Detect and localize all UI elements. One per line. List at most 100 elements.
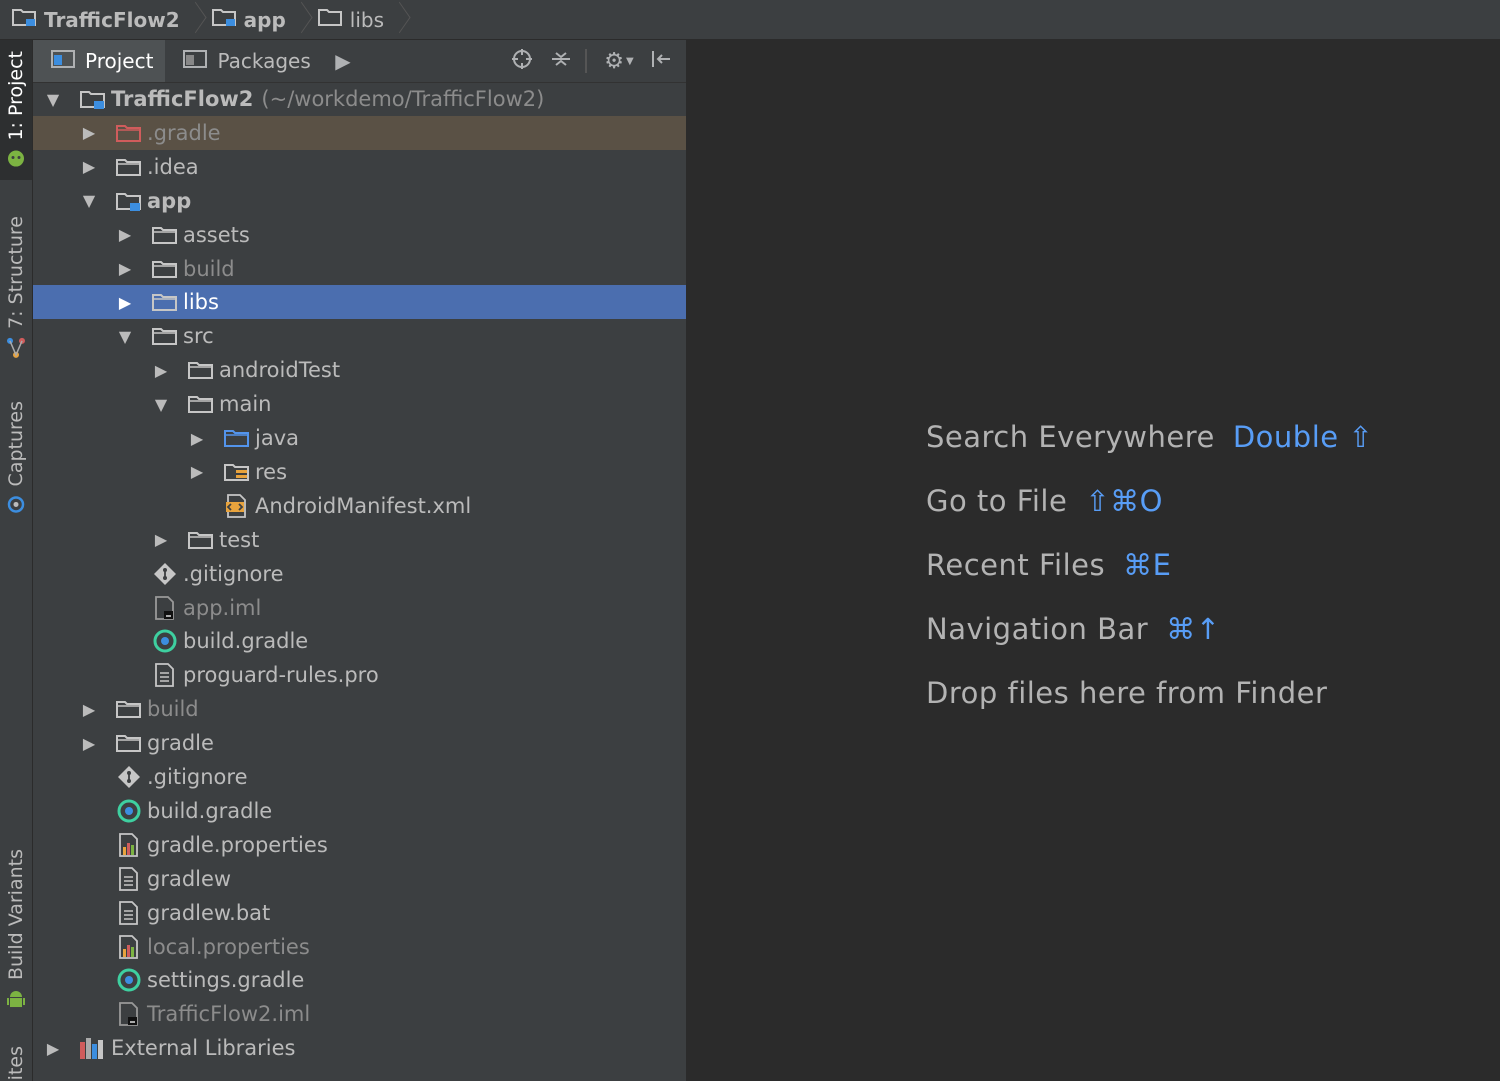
scroll-from-source-button[interactable]	[508, 47, 536, 75]
folder-icon	[151, 222, 179, 248]
tree-node[interactable]: ▶ External Libraries	[33, 1031, 686, 1065]
tree-node[interactable]: ▶ java	[33, 421, 686, 455]
collapsed-arrow-icon[interactable]: ▶	[79, 157, 99, 176]
tree-node[interactable]: ▶settings.gradle	[33, 963, 686, 997]
tool-tab-favorites[interactable]: ites	[0, 1045, 32, 1081]
tree-node-label: test	[219, 527, 260, 552]
more-views-button[interactable]: ▶	[329, 47, 357, 75]
collapsed-arrow-icon[interactable]: ▶	[115, 259, 135, 278]
shortcut-key: ⇧⌘O	[1085, 484, 1163, 518]
tree-node-path: (~/workdemo/TrafficFlow2)	[261, 87, 545, 111]
tree-node[interactable]: ▶build.gradle	[33, 624, 686, 658]
tree-node-label: gradle	[147, 731, 214, 756]
gear-icon: ⚙	[604, 48, 625, 74]
source-folder-icon	[223, 425, 251, 451]
tree-node[interactable]: ▶ assets	[33, 218, 686, 252]
tree-node-label: gradlew.bat	[147, 900, 271, 925]
tool-tab-project[interactable]: 1: Project	[0, 40, 32, 180]
tree-node[interactable]: ▶local.properties	[33, 930, 686, 964]
collapse-all-icon	[550, 48, 572, 75]
tool-tab-build-variants[interactable]: Build Variants	[0, 845, 32, 1015]
project-panel-header: Project Packages ▶ ⚙ ▼	[33, 40, 686, 83]
editor-empty-area[interactable]: Search Everywhere Double ⇧ Go to File ⇧⌘O …	[687, 40, 1500, 1081]
tree-node[interactable]: ▶ .gradle	[33, 115, 686, 150]
tree-node[interactable]: ▶gradlew.bat	[33, 896, 686, 930]
tool-tab-captures[interactable]: Captures	[0, 395, 32, 520]
chevron-down-icon: ▼	[626, 55, 634, 67]
tree-node[interactable]: ▶ build	[33, 692, 686, 726]
tree-node[interactable]: ▶ libs	[33, 285, 686, 320]
tree-node[interactable]: ▶.gitignore	[33, 760, 686, 794]
collapsed-arrow-icon[interactable]: ▶	[151, 361, 171, 380]
tree-node[interactable]: ▶gradle.properties	[33, 828, 686, 862]
breadcrumb-project[interactable]: TrafficFlow2	[12, 0, 190, 40]
library-icon	[79, 1035, 107, 1061]
navigation-bar: TrafficFlow2 app libs	[0, 0, 1500, 40]
tree-node[interactable]: ▶.gitignore	[33, 557, 686, 591]
text-file-icon	[115, 900, 143, 926]
tree-node-label: TrafficFlow2.iml	[147, 1002, 311, 1027]
tree-node[interactable]: ▶build.gradle	[33, 794, 686, 828]
collapsed-arrow-icon[interactable]: ▶	[79, 700, 99, 719]
collapsed-arrow-icon[interactable]: ▶	[115, 225, 135, 244]
tree-node[interactable]: ▼ TrafficFlow2 (~/workdemo/TrafficFlow2)	[33, 82, 686, 116]
tree-node[interactable]: ▶TrafficFlow2.iml	[33, 997, 686, 1031]
hint-search-everywhere: Search Everywhere Double ⇧	[926, 420, 1374, 454]
folder-icon	[187, 527, 215, 553]
tree-node[interactable]: ▶ androidTest	[33, 353, 686, 387]
tree-node[interactable]: ▶app.iml	[33, 591, 686, 625]
tree-node[interactable]: ▼ app	[33, 184, 686, 218]
expanded-arrow-icon[interactable]: ▼	[115, 327, 135, 346]
collapse-all-button[interactable]	[547, 47, 575, 75]
tree-node[interactable]: ▶ test	[33, 523, 686, 557]
text-file-icon	[151, 662, 179, 688]
captures-icon	[5, 494, 27, 514]
collapsed-arrow-icon[interactable]: ▶	[187, 462, 207, 481]
tree-node[interactable]: ▶ gradle	[33, 726, 686, 760]
packages-view-icon	[183, 49, 208, 74]
breadcrumb-libs[interactable]: libs	[317, 0, 394, 40]
tree-node-label: AndroidManifest.xml	[255, 493, 472, 518]
collapsed-arrow-icon[interactable]: ▶	[79, 123, 99, 142]
collapsed-arrow-icon[interactable]: ▶	[115, 293, 135, 312]
tree-node[interactable]: ▶gradlew	[33, 862, 686, 896]
expanded-arrow-icon[interactable]: ▼	[79, 191, 99, 210]
hide-left-icon	[650, 48, 672, 75]
text-file-icon	[115, 866, 143, 892]
tree-node-label: res	[255, 459, 288, 484]
hide-panel-button[interactable]	[647, 47, 675, 75]
breadcrumb-app[interactable]: app	[211, 0, 296, 40]
tree-node-label: .idea	[147, 154, 199, 179]
expanded-arrow-icon[interactable]: ▼	[151, 395, 171, 414]
toolbar-divider	[585, 49, 587, 73]
module-folder-icon	[115, 188, 143, 214]
tree-node-label: app.iml	[183, 595, 262, 620]
breadcrumb-separator	[394, 0, 408, 40]
tab-project[interactable]: Project	[33, 40, 166, 82]
tree-node-label: gradle.properties	[147, 832, 328, 857]
tree-node[interactable]: ▶ build	[33, 252, 686, 286]
tab-packages[interactable]: Packages	[165, 40, 322, 82]
tree-node-label: TrafficFlow2	[111, 87, 254, 111]
tree-node[interactable]: ▼ src	[33, 319, 686, 353]
collapsed-arrow-icon[interactable]: ▶	[79, 734, 99, 753]
tree-node[interactable]: ▶ res	[33, 455, 686, 489]
folder-icon	[115, 154, 143, 180]
settings-button[interactable]: ⚙ ▼	[599, 47, 639, 75]
properties-file-icon	[115, 832, 143, 858]
collapsed-arrow-icon[interactable]: ▶	[187, 429, 207, 448]
tree-node[interactable]: ▶ .idea	[33, 150, 686, 184]
collapsed-arrow-icon[interactable]: ▶	[151, 530, 171, 549]
module-folder-icon	[79, 86, 107, 112]
tree-node-label: .gitignore	[183, 561, 284, 586]
folder-icon	[115, 696, 143, 722]
tree-node[interactable]: ▶proguard-rules.pro	[33, 658, 686, 692]
expanded-arrow-icon[interactable]: ▼	[43, 90, 63, 109]
tool-tab-structure[interactable]: 7: Structure	[0, 212, 32, 362]
collapsed-arrow-icon[interactable]: ▶	[43, 1039, 63, 1058]
tree-node-label: settings.gradle	[147, 968, 305, 993]
hint-navigation-bar: Navigation Bar ⌘↑	[926, 612, 1221, 646]
tree-node[interactable]: ▶AndroidManifest.xml	[33, 489, 686, 523]
tree-node[interactable]: ▼ main	[33, 387, 686, 421]
xml-file-icon	[223, 493, 251, 519]
